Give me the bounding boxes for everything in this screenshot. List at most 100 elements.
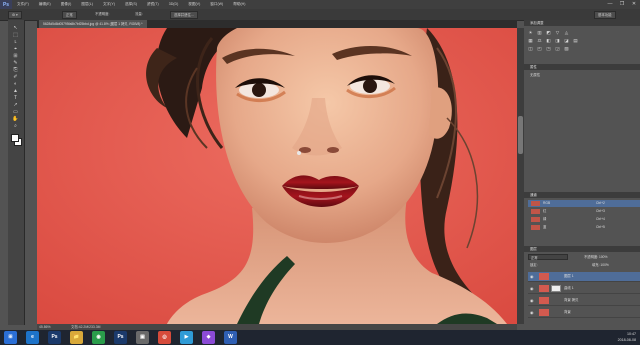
- layer-row[interactable]: ◉ 背景 拷贝: [528, 296, 640, 306]
- adjustment-icon[interactable]: ⚖: [536, 38, 543, 44]
- adjustment-icon[interactable]: ◰: [536, 46, 543, 52]
- channel-row[interactable]: 红 Ctrl+3: [528, 208, 640, 215]
- adjustment-icon[interactable]: ◪: [563, 38, 570, 44]
- adjustment-icon[interactable]: ▥: [536, 30, 543, 36]
- properties-title: 属性: [530, 65, 537, 69]
- channel-name: 蓝: [543, 225, 547, 229]
- menu-item[interactable]: 滤镜(T): [142, 2, 164, 7]
- menu-item[interactable]: 图像(I): [56, 2, 77, 7]
- eye-icon[interactable]: ◉: [530, 284, 535, 293]
- adjustments-row-3: ◫ ◰ ◳ ◲ ▧: [527, 46, 570, 52]
- eye-icon[interactable]: ◉: [530, 308, 535, 317]
- adjustment-icon[interactable]: ◩: [545, 30, 552, 36]
- document-tab[interactable]: 5628d5d8d05795fa5b7bf25bbd.jpg @ 41.8% (…: [39, 20, 147, 28]
- adjustment-icon[interactable]: ◲: [554, 46, 561, 52]
- channel-thumbnail: [531, 217, 540, 222]
- properties-panel-header[interactable]: 属性: [524, 64, 640, 70]
- taskbar-app-icon[interactable]: W: [224, 331, 237, 344]
- layer-row[interactable]: ◉ 曲线 1: [528, 284, 640, 294]
- layer-row[interactable]: ◉ 图层 1: [528, 272, 640, 282]
- channel-thumbnail: [531, 225, 540, 230]
- menu-item[interactable]: 视图(V): [183, 2, 205, 7]
- document-tab-bar: 5628d5d8d05795fa5b7bf25bbd.jpg @ 41.8% (…: [37, 20, 517, 28]
- system-clock[interactable]: 10:47 2018-08-08: [618, 331, 636, 343]
- taskbar-app-icon[interactable]: Ps: [48, 331, 61, 344]
- layer-thumbnail: [539, 285, 549, 292]
- menu-item[interactable]: 编辑(E): [34, 2, 56, 7]
- taskbar-app-icon[interactable]: Ps: [114, 331, 127, 344]
- minimize-button[interactable]: —: [606, 1, 614, 7]
- flow-label: 流量:: [135, 12, 143, 16]
- properties-empty-label: 无属性: [530, 73, 541, 77]
- layer-name: 背景 拷贝: [564, 298, 579, 302]
- scrollbar-thumb[interactable]: [518, 116, 523, 154]
- channels-panel-header[interactable]: 通道: [524, 192, 640, 198]
- menu-items: 文件(F) 编辑(E) 图像(I) 图层(L) 文字(Y) 选择(S) 滤镜(T) 3D(D)…: [12, 2, 250, 7]
- eye-icon[interactable]: ◉: [530, 296, 535, 305]
- menu-item[interactable]: 文件(F): [12, 2, 34, 7]
- image-canvas[interactable]: [37, 28, 517, 324]
- blend-mode-select[interactable]: 正常: [528, 254, 568, 260]
- taskbar-app-icon[interactable]: e: [26, 331, 39, 344]
- adjustment-icon[interactable]: ▤: [572, 38, 579, 44]
- channel-shortcut: Ctrl+3: [596, 209, 605, 213]
- taskbar-app-icon[interactable]: 📁: [70, 331, 83, 344]
- channel-row[interactable]: 蓝 Ctrl+5: [528, 224, 640, 231]
- mode-select[interactable]: 正常: [62, 11, 77, 19]
- workspace-select[interactable]: 基本功能: [594, 11, 616, 19]
- select-and-mask-button[interactable]: 选择并遮住...: [170, 11, 198, 19]
- adjustments-row-1: ☀ ▥ ◩ ▽ ◬: [527, 30, 570, 36]
- layer-name: 背景: [564, 310, 571, 314]
- layer-opacity[interactable]: 不透明度: 100%: [582, 254, 636, 260]
- window-controls: — ❐ ✕: [606, 1, 638, 7]
- tool-preset-icon[interactable]: ⚙ ▾: [8, 11, 22, 19]
- channel-name: 绿: [543, 217, 547, 221]
- taskbar-app-icon[interactable]: ◎: [158, 331, 171, 344]
- adjustments-panel-header[interactable]: 添加调整: [524, 20, 640, 26]
- adjustment-icon[interactable]: ▧: [563, 46, 570, 52]
- clock-date: 2018-08-08: [617, 338, 636, 342]
- tool-icon[interactable]: ⌕: [11, 122, 20, 130]
- taskbar-app-icon[interactable]: ▶: [180, 331, 193, 344]
- adjustment-icon[interactable]: ◫: [527, 46, 534, 52]
- taskbar-app-icon[interactable]: ◆: [202, 331, 215, 344]
- eye-icon[interactable]: ◉: [530, 272, 535, 281]
- layers-panel-header[interactable]: 图层: [524, 246, 640, 252]
- taskbar-app-icon[interactable]: ▣: [136, 331, 149, 344]
- adjustment-icon[interactable]: ▽: [554, 30, 561, 36]
- tools-panel: ↖ ⬚ ʟ ⌖ ⊞ ✎ ⎘ ✐ ◐ ▲ T ↗ ▭ ✋ ⌕: [8, 20, 25, 325]
- photoshop-logo: Ps: [0, 0, 12, 9]
- foreground-color-swatch[interactable]: [11, 134, 19, 142]
- channel-row[interactable]: RGB Ctrl+2: [528, 200, 640, 207]
- layer-mask-thumbnail[interactable]: [551, 285, 561, 292]
- channel-row[interactable]: 绿 Ctrl+4: [528, 216, 640, 223]
- layer-fill[interactable]: 填充: 100%: [590, 262, 636, 268]
- layer-name: 曲线 1: [564, 286, 574, 290]
- maximize-button[interactable]: ❐: [618, 1, 626, 7]
- adjustment-icon[interactable]: ◬: [563, 30, 570, 36]
- adjustment-icon[interactable]: ◳: [545, 46, 552, 52]
- canvas-vertical-scrollbar[interactable]: [517, 28, 524, 324]
- layer-thumbnail: [539, 297, 549, 304]
- channel-shortcut: Ctrl+2: [596, 201, 605, 205]
- taskbar-app-icon[interactable]: ⊞: [4, 331, 17, 344]
- adjustment-icon[interactable]: ▦: [527, 38, 534, 44]
- channel-thumbnail: [531, 201, 540, 206]
- adjustment-icon[interactable]: ☀: [527, 30, 534, 36]
- layer-name: 图层 1: [564, 274, 574, 278]
- taskbar-app-icon[interactable]: ◉: [92, 331, 105, 344]
- menu-item[interactable]: 帮助(H): [228, 2, 250, 7]
- menu-item[interactable]: 文字(Y): [98, 2, 120, 7]
- layers-title: 图层: [530, 247, 537, 251]
- portrait-photo: [37, 28, 517, 324]
- menu-item[interactable]: 3D(D): [164, 2, 184, 7]
- channel-name: 红: [543, 209, 547, 213]
- layer-row[interactable]: ◉ 背景: [528, 308, 640, 318]
- adjustment-icon[interactable]: ◧: [545, 38, 552, 44]
- close-button[interactable]: ✕: [630, 1, 638, 7]
- menu-item[interactable]: 图层(L): [76, 2, 98, 7]
- menu-item[interactable]: 选择(S): [120, 2, 142, 7]
- windows-taskbar: ⊞ e Ps 📁 ◉ Ps ▣ ◎ ▶ ◆ W 10:47 2018-08-08: [0, 330, 640, 345]
- adjustment-icon[interactable]: ◨: [554, 38, 561, 44]
- menu-item[interactable]: 窗口(W): [205, 2, 228, 7]
